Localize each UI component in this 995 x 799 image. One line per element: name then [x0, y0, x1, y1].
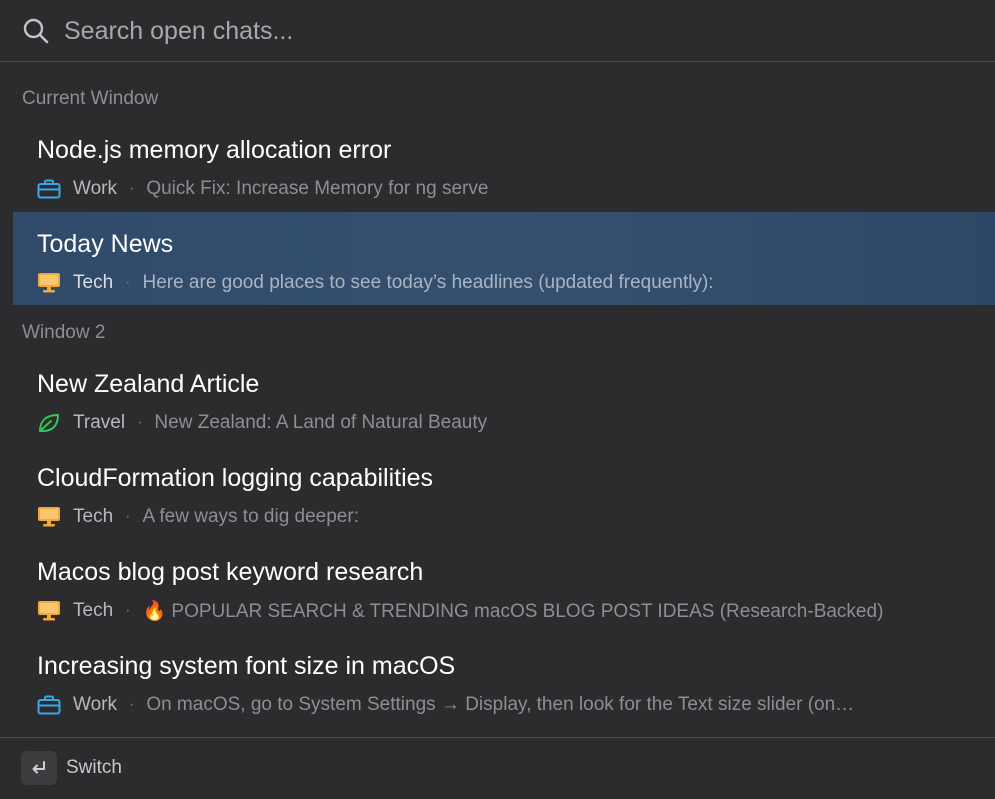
- separator-dot: ·: [128, 696, 135, 713]
- chat-row-selected[interactable]: Today News Tech · Here are good places t…: [13, 212, 995, 305]
- chat-preview: Quick Fix: Increase Memory for ng serve: [146, 178, 489, 199]
- monitor-icon: [37, 272, 61, 294]
- chat-title: CloudFormation logging capabilities: [37, 464, 434, 492]
- separator-dot: ·: [125, 602, 131, 619]
- tag-label: Tech: [73, 506, 114, 527]
- chat-preview: 🔥 POPULAR SEARCH & TRENDING macOS BLOG P…: [142, 601, 884, 622]
- monitor-icon: [37, 600, 61, 622]
- chat-subtitle: Tech · Here are good places to see today…: [37, 270, 967, 296]
- chat-subtitle: Tech · 🔥 POPULAR SEARCH & TRENDING macOS…: [37, 598, 967, 624]
- chat-row[interactable]: Increasing system font size in macOS Wor…: [13, 634, 995, 727]
- separator-dot: ·: [125, 274, 131, 291]
- chat-subtitle: Work · On macOS, go to System Settings →…: [37, 692, 967, 718]
- chat-preview: Here are good places to see today’s head…: [142, 272, 714, 293]
- monitor-icon: [37, 506, 61, 528]
- return-key-icon: [21, 751, 57, 785]
- separator-dot: ·: [128, 180, 135, 197]
- chat-title: Increasing system font size in macOS: [37, 652, 456, 680]
- group-header-window-2: Window 2: [22, 322, 106, 343]
- tag-label: Work: [73, 694, 117, 715]
- group-header-current-window: Current Window: [22, 88, 159, 109]
- chat-title: New Zealand Article: [37, 370, 260, 398]
- tag-label: Tech: [73, 600, 114, 621]
- chat-subtitle: Work · Quick Fix: Increase Memory for ng…: [37, 176, 967, 202]
- search-input[interactable]: [64, 12, 964, 50]
- chat-list: Current Window Node.js memory allocation…: [0, 62, 995, 737]
- chat-switcher-panel: Current Window Node.js memory allocation…: [0, 0, 995, 799]
- chat-row[interactable]: Macos blog post keyword research Tech · …: [13, 540, 995, 633]
- tag-label: Tech: [73, 272, 114, 293]
- chat-row[interactable]: Node.js memory allocation error Work · Q…: [13, 118, 995, 211]
- separator-dot: ·: [137, 414, 143, 431]
- chat-preview: New Zealand: A Land of Natural Beauty: [154, 412, 488, 433]
- chat-title: Node.js memory allocation error: [37, 136, 392, 164]
- switch-label: Switch: [66, 757, 122, 778]
- briefcase-icon: [37, 694, 61, 716]
- chat-title: Today News: [37, 230, 174, 258]
- chat-row[interactable]: New Zealand Article Travel · New Zealand…: [13, 352, 995, 445]
- separator-dot: ·: [125, 508, 131, 525]
- chat-subtitle: Tech · A few ways to dig deeper:: [37, 504, 967, 530]
- chat-subtitle: Travel · New Zealand: A Land of Natural …: [37, 410, 967, 436]
- tag-label: Travel: [73, 412, 126, 433]
- chat-preview: On macOS, go to System Settings → Displa…: [146, 694, 855, 715]
- chat-preview: A few ways to dig deeper:: [142, 506, 359, 527]
- tag-label: Work: [73, 178, 117, 199]
- chat-row[interactable]: CloudFormation logging capabilities Tech…: [13, 446, 995, 539]
- search-bar: [0, 0, 995, 61]
- search-icon: [22, 17, 50, 45]
- footer: Switch: [0, 738, 995, 799]
- chat-title: Macos blog post keyword research: [37, 558, 424, 586]
- leaf-icon: [37, 412, 61, 434]
- briefcase-icon: [37, 178, 61, 200]
